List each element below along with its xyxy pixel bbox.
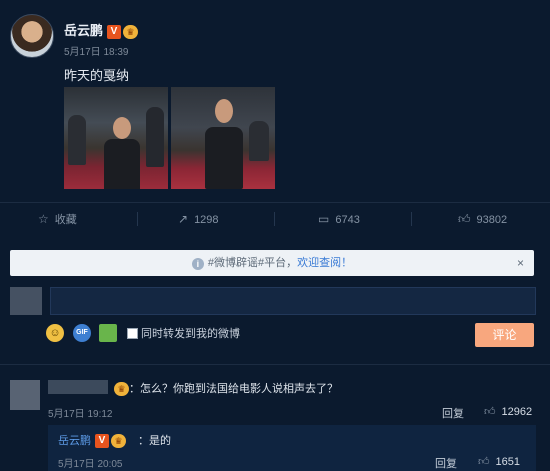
reply-like-button[interactable]: 👍︎ 1651 [478,455,520,468]
verified-badge-icon: V [95,434,109,449]
reply-button[interactable]: 回复 [442,405,464,421]
submit-comment-button[interactable]: 评论 [475,323,534,347]
share-icon: ↗ [178,212,189,226]
star-icon: ☆ [38,212,49,226]
reply-text: ：是的 [138,435,171,447]
like-button[interactable]: 👍︎ 93802 [458,203,507,235]
close-icon[interactable]: × [517,250,524,276]
comment-input[interactable] [50,287,536,315]
comment-like-button[interactable]: 👍︎ 12962 [484,405,532,418]
post-photo-1[interactable] [64,87,168,189]
crown-badge-icon: ♛ [114,382,129,397]
divider [0,364,550,365]
repost-button[interactable]: ↗ 1298 [178,203,219,235]
rumor-notice-banner: i #微博辟谣#平台，欢迎查阅！ × [10,250,534,276]
reply-reply-button[interactable]: 回复 [435,455,457,471]
thumbs-up-icon: 👍︎ [484,406,496,418]
post-time[interactable]: 5月17日 18:39 [64,43,129,58]
comment-time: 5月17日 19:12 [48,409,113,420]
image-icon[interactable] [99,324,117,342]
crown-badge-icon: ♛ [111,434,126,449]
comment-text: ♛ ：怎么？你跑到法国给电影人说相声去了？ [112,380,338,397]
repost-checkbox[interactable] [127,328,138,339]
comment-button[interactable]: ▭ 6743 [318,203,360,235]
comment-icon: ▭ [318,212,330,226]
reply-time: 5月17日 20:05 [58,459,123,470]
author-name[interactable]: 岳云鹏 [64,23,103,38]
verified-badge-icon: V [107,24,122,39]
my-avatar [10,287,42,315]
emoji-icon[interactable]: ☺ [46,324,64,342]
reply-author[interactable]: 岳云鹏 V ♛ [58,432,126,449]
notice-link[interactable]: 欢迎查阅！ [297,257,352,269]
favorite-button[interactable]: ☆ 收藏 [38,203,77,235]
author-avatar[interactable] [10,14,54,58]
thumbs-up-icon: 👍︎ [458,212,471,226]
commenter-name-blurred[interactable] [48,380,108,394]
gif-icon[interactable]: GIF [73,324,91,342]
post-text: 昨天的戛纳 [64,68,130,83]
thumbs-up-icon: 👍︎ [478,456,490,468]
repost-checkbox-label[interactable]: 同时转发到我的微博 [141,325,240,341]
commenter-avatar[interactable] [10,380,40,410]
post-photo-2[interactable] [171,87,275,189]
crown-badge-icon: ♛ [123,24,139,39]
post-author[interactable]: 岳云鹏 V ♛ [64,20,139,39]
info-icon: i [191,258,204,270]
post-action-bar: ☆ 收藏 ↗ 1298 ▭ 6743 👍︎ 93802 [0,202,550,235]
notice-text: #微博辟谣#平台， [207,257,298,269]
